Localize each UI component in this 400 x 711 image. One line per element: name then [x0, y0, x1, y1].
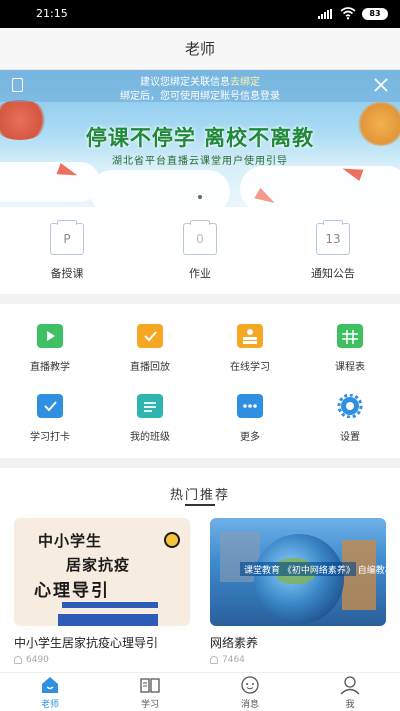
banner-subtitle: 湖北省平台直播云课堂用户使用引导 — [112, 156, 288, 167]
checkin-icon — [37, 394, 63, 418]
lightbulb-icon — [164, 532, 180, 548]
recommend-card[interactable]: 中小学生 居家抗疫 心理导引 中小学生居家抗疫心理导引 6490 — [14, 518, 190, 665]
quick-item-notice[interactable]: 13 通知公告 — [283, 220, 383, 281]
quick-item-label: 备授课 — [50, 267, 84, 280]
user-icon — [339, 675, 361, 695]
tab-study[interactable]: 学习 — [100, 675, 200, 710]
recommend-card[interactable]: 课堂教育 《初中网络素养》 自编教材7-9年级 网络素养 7464 — [210, 518, 386, 665]
wifi-icon — [340, 7, 356, 20]
doc-icon: P — [50, 220, 84, 255]
replay-icon — [137, 324, 163, 348]
tab-teacher[interactable]: 老师 — [0, 675, 100, 710]
signal-icon — [318, 9, 332, 19]
status-time: 21:15 — [36, 7, 68, 20]
feature-schedule[interactable]: 课程表 — [300, 324, 400, 373]
view-count: 6490 — [26, 655, 49, 665]
gear-icon — [337, 393, 363, 419]
feature-settings[interactable]: 设置 — [300, 393, 400, 443]
cloud-decoration — [90, 170, 230, 207]
feature-checkin[interactable]: 学习打卡 — [0, 394, 100, 443]
status-bar: 21:15 83 — [0, 0, 400, 28]
battery-icon: 83 — [362, 8, 388, 20]
quick-item-prepare[interactable]: P 备授课 — [17, 220, 117, 281]
play-icon — [37, 324, 63, 348]
top-nav: 老师 — [0, 28, 400, 70]
card-thumbnail: 中小学生 居家抗疫 心理导引 — [14, 518, 190, 626]
feature-online-learning[interactable]: 在线学习 — [200, 324, 300, 373]
quick-actions: P 备授课 0 作业 13 通知公告 — [0, 207, 400, 294]
close-icon[interactable] — [374, 78, 388, 92]
quick-item-homework[interactable]: 0 作业 — [150, 220, 250, 281]
tab-messages[interactable]: 消息 — [200, 675, 300, 710]
class-icon — [137, 394, 163, 418]
feature-live-replay[interactable]: 直播回放 — [100, 324, 200, 373]
bind-notice[interactable]: 建议您绑定关联信息去绑定 绑定后，您可使用绑定账号信息登录 — [0, 70, 400, 102]
book-stack-icon — [237, 324, 263, 348]
chat-icon — [239, 675, 261, 695]
doc-icon: 0 — [183, 220, 217, 255]
hot-recommend-section: 热门推荐 中小学生 居家抗疫 心理导引 中小学生居家抗疫心理导引 6490 课堂… — [0, 468, 400, 672]
view-count: 7464 — [222, 655, 245, 665]
home-icon — [39, 675, 61, 695]
quick-item-label: 通知公告 — [311, 267, 355, 280]
feature-my-class[interactable]: 我的班级 — [100, 394, 200, 443]
page-title: 老师 — [184, 40, 215, 58]
open-book-icon — [139, 675, 161, 695]
card-thumbnail: 课堂教育 《初中网络素养》 自编教材7-9年级 — [210, 518, 386, 626]
person-icon — [210, 656, 218, 664]
more-icon — [237, 394, 263, 418]
banner-slogan: 停课不停学 离校不离教 — [85, 126, 315, 150]
doc-icon: 13 — [316, 220, 350, 255]
bottom-tab-bar: 老师 学习 消息 我 — [0, 672, 400, 711]
carousel-indicator — [0, 195, 400, 199]
feature-grid: 直播教学 直播回放 在线学习 课程表 学习打卡 我的班级 更多 设置 — [0, 304, 400, 458]
card-title: 中小学生居家抗疫心理导引 — [14, 636, 159, 650]
calendar-grid-icon — [337, 324, 363, 348]
tab-me[interactable]: 我 — [300, 675, 400, 710]
notice-text-line2: 绑定后，您可使用绑定账号信息登录 — [120, 91, 280, 102]
person-icon — [14, 656, 22, 664]
quick-item-label: 作业 — [189, 267, 211, 280]
heading-underline — [185, 504, 215, 506]
promo-banner[interactable]: 建议您绑定关联信息去绑定 绑定后，您可使用绑定账号信息登录 停课不停学 离校不离… — [0, 70, 400, 207]
feature-more[interactable]: 更多 — [200, 394, 300, 443]
section-heading: 热门推荐 — [169, 488, 230, 503]
card-title: 网络素养 — [210, 636, 259, 650]
feature-live-teaching[interactable]: 直播教学 — [0, 324, 100, 373]
